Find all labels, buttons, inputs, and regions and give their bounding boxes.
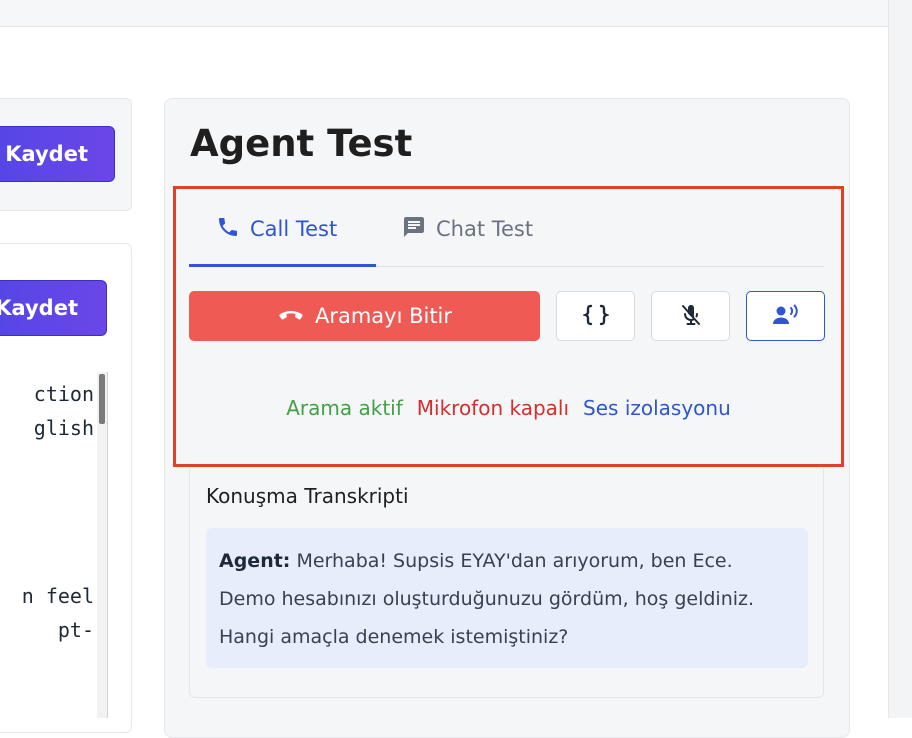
code-line: n feel (21, 584, 94, 608)
page-title: Agent Test (190, 122, 413, 165)
editor-scrollbar-thumb[interactable] (99, 374, 105, 424)
message-text: Merhaba! Supsis EYAY'dan arıyorum, ben E… (219, 550, 755, 648)
transcript-message: Agent: Merhaba! Supsis EYAY'dan arıyorum… (206, 528, 808, 668)
transcript-title: Konuşma Transkripti (206, 484, 409, 508)
save-button[interactable]: Kaydet (0, 126, 115, 182)
prompt-editor[interactable]: ction glish n feel pt- (0, 372, 108, 718)
call-controls-highlight (173, 186, 844, 467)
code-line: pt- (57, 618, 94, 642)
save-button-2[interactable]: Kaydet (0, 280, 107, 336)
code-line: ction (33, 382, 94, 406)
code-line: glish (33, 416, 94, 440)
top-bar (0, 0, 890, 27)
right-scroll-strip (888, 0, 912, 718)
speaker-label: Agent: (219, 550, 291, 572)
